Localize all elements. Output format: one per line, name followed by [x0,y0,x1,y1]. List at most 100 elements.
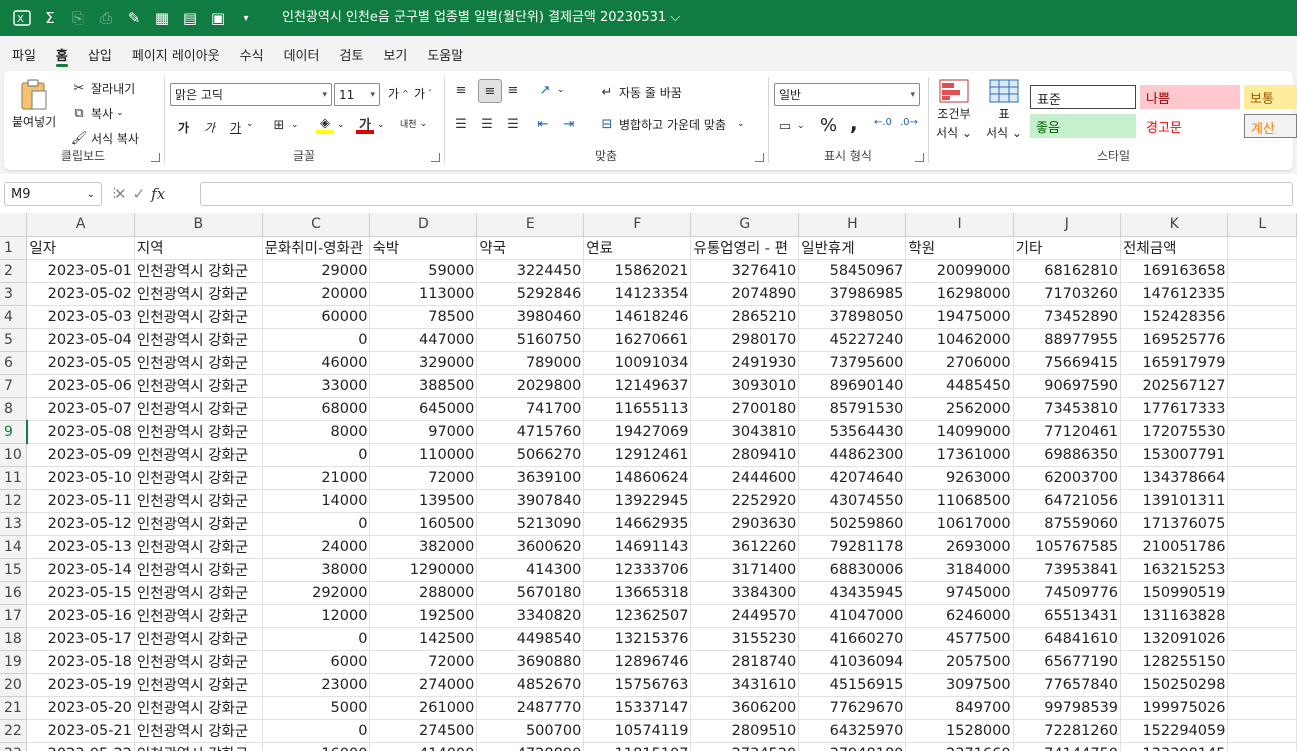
italic-button[interactable]: 가 [204,119,215,136]
data-cell[interactable]: 37948180 [798,742,907,751]
empty-cell[interactable] [1227,466,1297,490]
column-header[interactable]: D [369,213,478,237]
data-cell[interactable]: 2562000 [905,397,1014,421]
column-header[interactable]: B [134,213,263,237]
data-cell[interactable]: 24000 [262,535,371,559]
data-cell[interactable]: 64325970 [798,719,907,743]
copy-button[interactable]: ⧉ 복사 ⌄ [70,104,123,122]
empty-cell[interactable] [1227,604,1297,628]
data-cell[interactable]: 388500 [369,374,478,398]
data-cell[interactable]: 292000 [262,581,371,605]
empty-cell[interactable] [1227,581,1297,605]
row-header[interactable]: 15 [0,558,28,582]
data-cell[interactable]: 131163828 [1120,604,1229,628]
row-header[interactable]: 12 [0,489,28,513]
data-cell[interactable]: 3155230 [690,627,800,651]
number-launcher-icon[interactable] [915,153,924,162]
orientation-button[interactable]: ↗ ⌄ [536,81,565,99]
data-cell[interactable]: 73795600 [798,351,907,375]
data-cell[interactable]: 2023-05-05 [26,351,135,375]
data-cell[interactable]: 2023-05-20 [26,696,135,720]
data-cell[interactable]: 인천광역시 강화군 [134,328,263,352]
data-cell[interactable]: 329000 [369,351,478,375]
data-cell[interactable]: 15337147 [583,696,692,720]
window-title[interactable]: 인천광역시 인천e음 군구별 업종별 일별(월단위) 결제금액 20230531… [282,0,680,36]
data-cell[interactable]: 11815107 [583,742,692,751]
data-cell[interactable]: 71703260 [1013,282,1122,306]
empty-cell[interactable] [1227,696,1297,720]
data-cell[interactable]: 43074550 [798,489,907,513]
data-cell[interactable]: 53564430 [798,420,907,444]
data-cell[interactable]: 73953841 [1013,558,1122,582]
data-cell[interactable]: 64721056 [1013,489,1122,513]
data-cell[interactable]: 2023-05-01 [26,259,135,283]
data-cell[interactable]: 16000 [262,742,371,751]
data-cell[interactable]: 3431610 [690,673,800,697]
data-cell[interactable]: 15862021 [583,259,692,283]
data-cell[interactable]: 202567127 [1120,374,1229,398]
header-cell[interactable]: 기타 [1013,236,1122,260]
tab-data[interactable]: 데이터 [274,37,330,71]
column-header[interactable]: J [1013,213,1122,237]
data-cell[interactable]: 75669415 [1013,351,1122,375]
data-cell[interactable]: 41047000 [798,604,907,628]
data-cell[interactable]: 인천광역시 강화군 [134,466,263,490]
data-cell[interactable]: 인천광역시 강화군 [134,351,263,375]
cancel-icon[interactable]: ✕ [114,185,127,203]
insert-function-icon[interactable]: fx [151,185,165,203]
header-cell[interactable]: 일자 [26,236,135,260]
empty-cell[interactable] [1227,443,1297,467]
format-painter-button[interactable]: 🖌 서식 복사 [70,129,139,147]
data-cell[interactable]: 2074890 [690,282,800,306]
tab-view[interactable]: 보기 [373,37,417,71]
data-cell[interactable]: 2023-05-16 [26,604,135,628]
data-cell[interactable]: 171376075 [1120,512,1229,536]
style-bad[interactable]: 나쁨 [1140,85,1240,109]
data-cell[interactable]: 11068500 [905,489,1014,513]
data-cell[interactable]: 382000 [369,535,478,559]
data-cell[interactable]: 73453810 [1013,397,1122,421]
data-cell[interactable]: 87559060 [1013,512,1122,536]
style-calculation[interactable]: 계산 [1244,114,1297,138]
data-cell[interactable]: 288000 [369,581,478,605]
data-cell[interactable]: 89690140 [798,374,907,398]
row-header[interactable]: 9 [0,420,28,444]
tab-file[interactable]: 파일 [2,37,46,71]
data-cell[interactable]: 14000 [262,489,371,513]
style-neutral[interactable]: 보통 [1244,85,1297,109]
empty-cell[interactable] [1227,719,1297,743]
data-cell[interactable]: 1528000 [905,719,1014,743]
row-header[interactable]: 23 [0,742,28,751]
data-cell[interactable]: 2023-05-17 [26,627,135,651]
data-cell[interactable]: 2706000 [905,351,1014,375]
empty-cell[interactable] [1227,558,1297,582]
data-cell[interactable]: 41036094 [798,650,907,674]
data-cell[interactable]: 인천광역시 강화군 [134,305,263,329]
clear-format-icon[interactable]: ⎘ [64,4,92,32]
data-cell[interactable]: 2023-05-06 [26,374,135,398]
empty-cell[interactable] [1227,742,1297,751]
data-cell[interactable]: 12333706 [583,558,692,582]
tab-help[interactable]: 도움말 [417,37,473,71]
select-all-corner[interactable] [0,213,28,237]
data-cell[interactable]: 인천광역시 강화군 [134,282,263,306]
data-cell[interactable]: 38000 [262,558,371,582]
data-cell[interactable]: 274500 [369,719,478,743]
data-cell[interactable]: 849700 [905,696,1014,720]
data-cell[interactable]: 169525776 [1120,328,1229,352]
data-cell[interactable]: 72000 [369,466,478,490]
header-cell[interactable]: 학원 [905,236,1014,260]
data-cell[interactable]: 인천광역시 강화군 [134,581,263,605]
comma-button[interactable]: , [850,111,858,135]
data-cell[interactable]: 13665318 [583,581,692,605]
data-cell[interactable]: 인천광역시 강화군 [134,374,263,398]
data-cell[interactable]: 79281178 [798,535,907,559]
font-color-button[interactable]: 가 ⌄ [356,116,385,134]
row-header[interactable]: 4 [0,305,28,329]
data-cell[interactable]: 4715760 [476,420,585,444]
data-cell[interactable]: 128255150 [1120,650,1229,674]
data-cell[interactable]: 50259860 [798,512,907,536]
align-top-button[interactable]: ≡ [452,81,470,99]
data-cell[interactable]: 인천광역시 강화군 [134,420,263,444]
fill-color-button[interactable]: ◈ ⌄ [316,116,345,134]
